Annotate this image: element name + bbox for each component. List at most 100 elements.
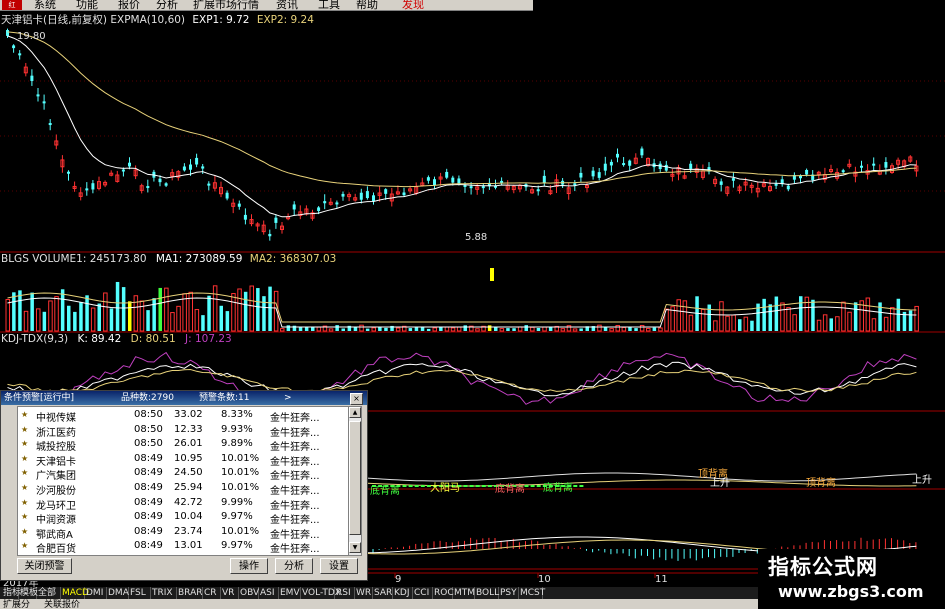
tab-dma[interactable]: DMA (107, 587, 129, 599)
alert-row[interactable]: ★ 天津铝卡 08:49 10.95 10.01% 金牛狂奔... (18, 452, 349, 468)
star-icon: ★ (21, 410, 29, 419)
tab-asi[interactable]: ASI (259, 587, 279, 599)
settings-button[interactable]: 设置 (320, 558, 358, 574)
volume-bar (249, 285, 254, 332)
star-icon: ★ (21, 453, 29, 463)
tab-cci[interactable]: CCI (413, 587, 433, 599)
price-candle (164, 183, 168, 186)
volume-bar (5, 299, 10, 332)
scroll-up-icon[interactable]: ▲ (349, 407, 361, 418)
price-candle (91, 183, 95, 190)
alert-list[interactable]: ★ 中视传媒 08:50 33.02 8.33% 金牛狂奔... ★ 浙江医药 08:50 12.… (17, 406, 350, 556)
volume-bar (201, 315, 205, 331)
volume-bar (243, 291, 248, 331)
operate-button[interactable]: 操作 (230, 558, 268, 574)
menu-quote[interactable]: 报价 (118, 0, 140, 10)
tab-obv[interactable]: OBV (239, 587, 259, 599)
tab-fsl[interactable]: FSL (129, 587, 151, 599)
volume-bar (146, 310, 150, 331)
tab-vr[interactable]: VR (221, 587, 239, 599)
analyze-button[interactable]: 分析 (275, 558, 313, 574)
volume-bar (444, 326, 450, 332)
tab-trix[interactable]: TRIX (151, 587, 177, 599)
price-candle (30, 75, 34, 81)
condition-alert-dialog[interactable]: 条件预警[运行中] 品种数:2790 预警条数:11 > × ★ 中视传媒 08:5… (0, 390, 368, 581)
price-candle (731, 178, 735, 181)
dialog-title-bar[interactable]: 条件预警[运行中] 品种数:2790 预警条数:11 > × (1, 391, 367, 405)
tab-brar[interactable]: BRAR (177, 587, 203, 599)
alert-percent: 9.93% (221, 423, 253, 435)
tab-emv[interactable]: EMV (279, 587, 301, 599)
price-candle (445, 171, 449, 178)
volume-bar (176, 305, 181, 332)
tab-macd[interactable]: MACD (61, 587, 89, 599)
tab-related-quote[interactable]: 关联报价 (44, 599, 80, 609)
dialog-more-icon[interactable]: > (284, 391, 292, 405)
tab-rsi[interactable]: RSI (335, 587, 355, 599)
tab-指标[interactable]: 指标 (2, 587, 21, 599)
menu-extended-market[interactable]: 扩展市场行情 (193, 0, 259, 10)
watermark-url: www.zbgs3.com (778, 582, 924, 601)
scroll-down-icon[interactable]: ▼ (349, 542, 361, 553)
alert-row[interactable]: ★ 中视传媒 08:50 33.02 8.33% 金牛狂奔... (18, 408, 349, 424)
price-candle (433, 179, 436, 186)
volume-bar (463, 325, 467, 331)
menu-function[interactable]: 功能 (76, 0, 98, 10)
dialog-symbol-count: 品种数:2790 (121, 393, 174, 403)
tab-模板[interactable]: 模板 (19, 587, 38, 599)
price-candle (622, 163, 626, 166)
menu-help[interactable]: 帮助 (356, 0, 378, 10)
scroll-thumb[interactable] (349, 421, 361, 535)
menu-info[interactable]: 资讯 (276, 0, 298, 10)
volume-bar (548, 326, 553, 331)
menu-system[interactable]: 系统 (34, 0, 56, 10)
alert-row[interactable]: ★ 浙江医药 08:50 12.33 9.93% 金牛狂奔... (18, 423, 349, 439)
close-alert-button[interactable]: 关闭预警 (17, 558, 72, 574)
volume-bar (646, 327, 651, 332)
tab-mtm[interactable]: MTM (453, 587, 475, 599)
alert-row[interactable]: ★ 城投控股 08:50 26.01 9.89% 金牛狂奔... (18, 437, 349, 453)
alert-time: 08:49 (134, 525, 163, 537)
volume-bar (713, 320, 718, 332)
tab-boll[interactable]: BOLL (475, 587, 499, 599)
alert-row[interactable]: ★ 合肥百货 08:49 13.01 9.97% 金牛狂奔... (18, 539, 349, 556)
tab-mcst[interactable]: MCST (519, 587, 545, 599)
tab-全部[interactable]: 全部 (37, 587, 61, 599)
volume-bar (652, 327, 657, 331)
dialog-alert-count: 预警条数:11 (199, 393, 250, 403)
tab-dmi[interactable]: DMI (85, 587, 107, 599)
tab-sar[interactable]: SAR (373, 587, 393, 599)
price-candle (372, 195, 375, 202)
volume-bar (207, 295, 211, 331)
volume-bar (621, 326, 627, 332)
volume-bar (896, 298, 901, 331)
volume-bar (439, 327, 443, 331)
alert-row[interactable]: ★ 沙河股份 08:49 25.94 10.01% 金牛狂奔... (18, 481, 349, 497)
alert-row[interactable]: ★ 广汽集团 08:49 24.50 10.01% 金牛狂奔... (18, 466, 349, 482)
app-logo: 红 (2, 0, 22, 10)
tab-extended[interactable]: 扩展分 (3, 599, 30, 609)
tab-vol-tdx[interactable]: VOL-TDX (301, 587, 341, 599)
tab-wr[interactable]: WR (355, 587, 373, 599)
close-icon[interactable]: × (350, 393, 363, 405)
menu-tools[interactable]: 工具 (318, 0, 340, 10)
volume-bar (268, 286, 272, 331)
volume-bar (530, 326, 535, 332)
tab-psy[interactable]: PSY (499, 587, 519, 599)
alert-row[interactable]: ★ 龙马环卫 08:49 42.72 9.99% 金牛狂奔... (18, 496, 349, 512)
alert-stock-name: 合肥百货 (36, 544, 76, 556)
volume-bar (853, 302, 858, 331)
alert-row[interactable]: ★ 鄂武商A 08:49 23.74 10.01% 金牛狂奔... (18, 525, 349, 541)
menu-analysis[interactable]: 分析 (156, 0, 178, 10)
price-candle (426, 177, 430, 181)
alert-row[interactable]: ★ 中润资源 08:49 10.04 9.97% 金牛狂奔... (18, 510, 349, 526)
tab-cr[interactable]: CR (203, 587, 221, 599)
tab-kdj[interactable]: KDJ (393, 587, 413, 599)
alert-list-scrollbar[interactable]: ▲ ▼ (348, 406, 362, 556)
price-candle (48, 123, 52, 126)
price-candle (317, 207, 321, 211)
price-candle (225, 192, 229, 199)
menu-discover[interactable]: 发现 (402, 0, 424, 10)
tab-roc[interactable]: ROC (433, 587, 454, 599)
price-candle (469, 186, 473, 189)
